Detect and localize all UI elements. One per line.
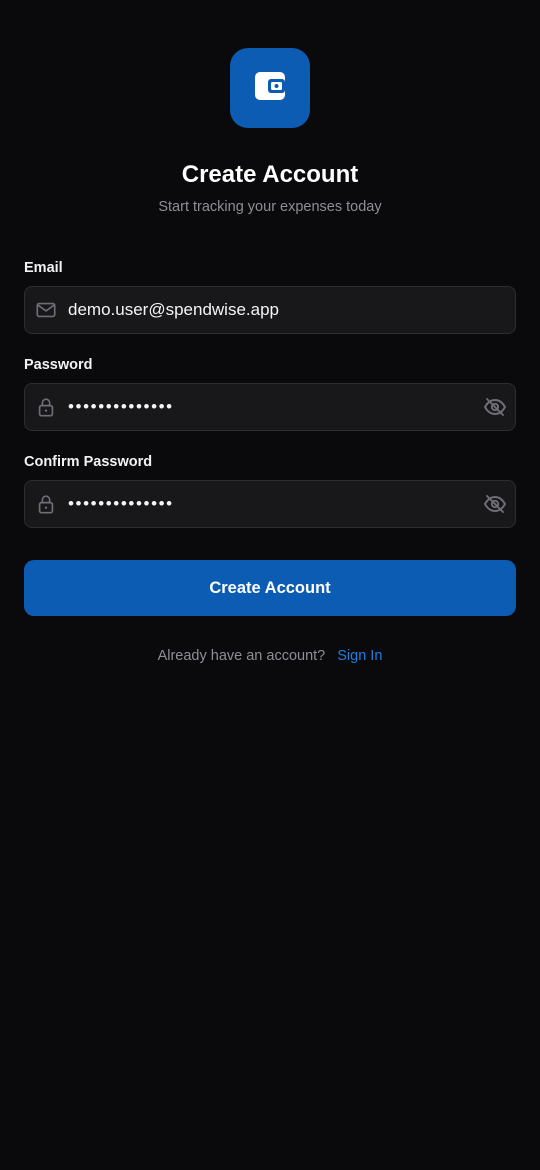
password-input[interactable]: •••••••••••••• (68, 384, 174, 430)
password-label: Password (24, 357, 93, 373)
password-field[interactable]: •••••••••••••• (24, 383, 516, 431)
create-account-button[interactable]: Create Account (24, 560, 516, 616)
confirm-password-label: Confirm Password (24, 454, 153, 470)
page-subtitle: Start tracking your expenses today (158, 199, 382, 215)
sign-in-link[interactable]: Sign In (337, 648, 382, 664)
confirm-password-input[interactable]: •••••••••••••• (68, 481, 174, 527)
lock-icon (34, 395, 58, 419)
eye-off-icon[interactable] (483, 492, 507, 516)
lock-icon (34, 492, 58, 516)
mail-icon (34, 298, 58, 322)
email-input[interactable]: demo.user@spendwise.app (68, 287, 279, 333)
wallet-icon (253, 69, 287, 108)
signin-prompt-text: Already have an account? (157, 648, 326, 664)
email-field[interactable]: demo.user@spendwise.app (24, 286, 516, 334)
email-label: Email (24, 260, 63, 276)
eye-off-icon[interactable] (483, 395, 507, 419)
page-title: Create Account (181, 161, 359, 188)
confirm-password-field[interactable]: •••••••••••••• (24, 480, 516, 528)
signin-prompt-row: Already have an account? Sign In (0, 645, 540, 667)
app-logo (230, 48, 310, 128)
